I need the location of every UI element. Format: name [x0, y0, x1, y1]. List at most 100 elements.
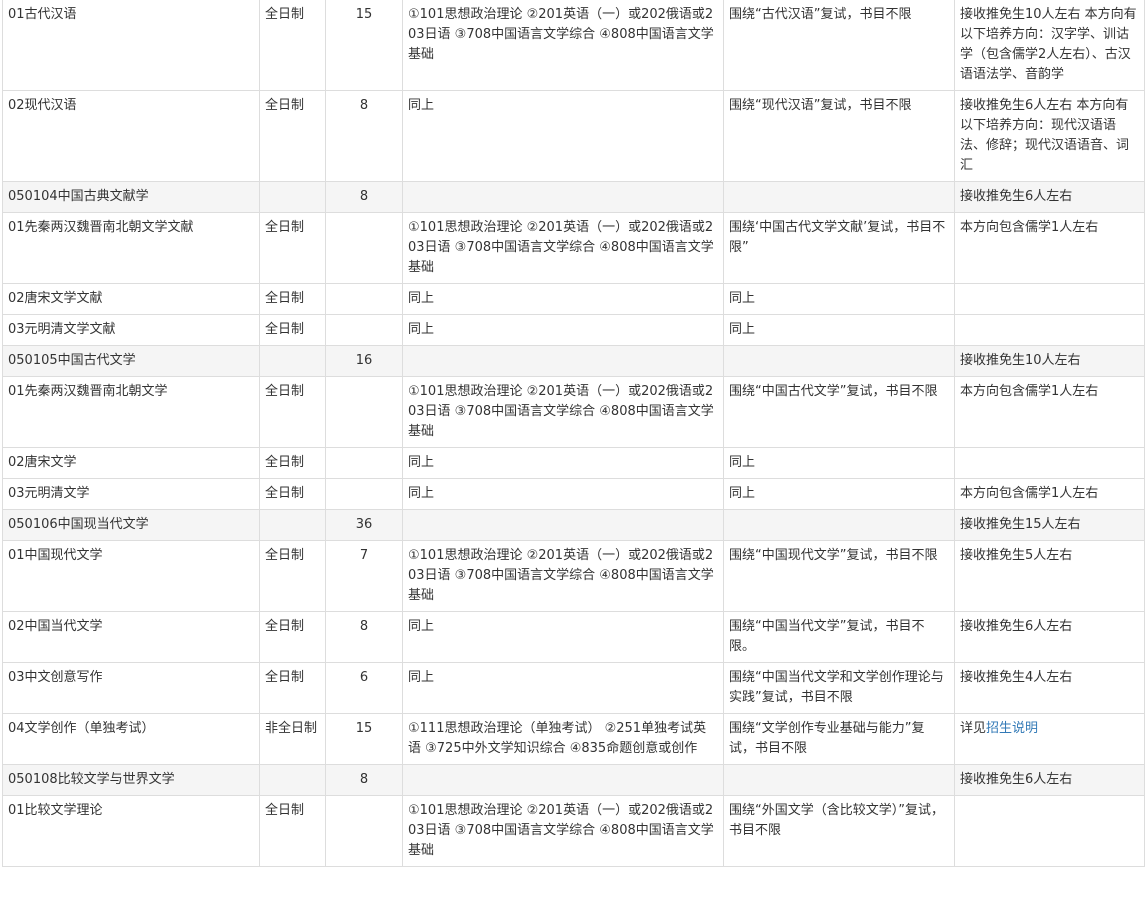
- direction-name: 02唐宋文学文献: [2, 283, 260, 315]
- exam-subjects: [402, 181, 724, 213]
- retest-scope: 围绕“外国文学（含比较文学）”复试，书目不限: [723, 795, 955, 867]
- direction-name: 01先秦两汉魏晋南北朝文学文献: [2, 212, 260, 284]
- enrollment-quota: [325, 283, 403, 315]
- study-mode: 全日制: [259, 283, 326, 315]
- study-mode: [259, 764, 326, 796]
- enrollment-quota: [325, 376, 403, 448]
- remarks: 接收推免生6人左右: [954, 181, 1145, 213]
- retest-scope: [723, 345, 955, 377]
- enrollment-quota: 6: [325, 662, 403, 714]
- retest-scope: 围绕“现代汉语”复试，书目不限: [723, 90, 955, 182]
- direction-name: 01比较文学理论: [2, 795, 260, 867]
- exam-subjects: 同上: [402, 478, 724, 510]
- remarks: [954, 283, 1145, 315]
- study-mode: 全日制: [259, 90, 326, 182]
- table-row: 01先秦两汉魏晋南北朝文学 全日制 ①101思想政治理论 ②201英语（一）或2…: [2, 376, 1145, 448]
- major-row: 050108比较文学与世界文学 8 接收推免生6人左右: [2, 764, 1145, 796]
- enrollment-quota: [325, 447, 403, 479]
- remarks: [954, 447, 1145, 479]
- retest-scope: 围绕‘中国古代文学文献’复试，书目不限”: [723, 212, 955, 284]
- exam-subjects: 同上: [402, 662, 724, 714]
- retest-scope: 围绕“中国当代文学”复试，书目不限。: [723, 611, 955, 663]
- exam-subjects: 同上: [402, 90, 724, 182]
- major-name: 050106中国现当代文学: [2, 509, 260, 541]
- table-row: 03元明清文学文献 全日制 同上 同上: [2, 314, 1145, 346]
- table-row: 01先秦两汉魏晋南北朝文学文献 全日制 ①101思想政治理论 ②201英语（一）…: [2, 212, 1145, 284]
- direction-name: 01古代汉语: [2, 0, 260, 91]
- retest-scope: [723, 181, 955, 213]
- enrollment-quota: 8: [325, 181, 403, 213]
- remarks: 接收推免生5人左右: [954, 540, 1145, 612]
- enrollment-quota: 8: [325, 764, 403, 796]
- enrollment-quota: 8: [325, 611, 403, 663]
- remarks: 接收推免生6人左右: [954, 764, 1145, 796]
- direction-name: 04文学创作（单独考试）: [2, 713, 260, 765]
- table-row: 04文学创作（单独考试） 非全日制 15 ①111思想政治理论（单独考试） ②2…: [2, 713, 1145, 765]
- major-name: 050105中国古代文学: [2, 345, 260, 377]
- remarks: 本方向包含儒学1人左右: [954, 376, 1145, 448]
- study-mode: 全日制: [259, 795, 326, 867]
- exam-subjects: ①101思想政治理论 ②201英语（一）或202俄语或203日语 ③708中国语…: [402, 0, 724, 91]
- study-mode: 全日制: [259, 662, 326, 714]
- remarks: 本方向包含儒学1人左右: [954, 212, 1145, 284]
- major-name: 050104中国古典文献学: [2, 181, 260, 213]
- exam-subjects: 同上: [402, 283, 724, 315]
- remarks: 接收推免生10人左右 本方向有以下培养方向：汉字学、训诂学（包含儒学2人左右）、…: [954, 0, 1145, 91]
- retest-scope: 围绕“古代汉语”复试，书目不限: [723, 0, 955, 91]
- remarks: 接收推免生6人左右: [954, 611, 1145, 663]
- retest-scope: [723, 509, 955, 541]
- major-row: 050105中国古代文学 16 接收推免生10人左右: [2, 345, 1145, 377]
- exam-subjects: ①101思想政治理论 ②201英语（一）或202俄语或203日语 ③708中国语…: [402, 795, 724, 867]
- retest-scope: 同上: [723, 283, 955, 315]
- enrollment-quota: 16: [325, 345, 403, 377]
- study-mode: 全日制: [259, 376, 326, 448]
- admissions-table: 01古代汉语 全日制 15 ①101思想政治理论 ②201英语（一）或202俄语…: [2, 0, 1145, 867]
- exam-subjects: ①111思想政治理论（单独考试） ②251单独考试英语 ③725中外文学知识综合…: [402, 713, 724, 765]
- remarks-prefix: 详见: [960, 721, 987, 736]
- study-mode: 非全日制: [259, 713, 326, 765]
- exam-subjects: 同上: [402, 447, 724, 479]
- study-mode: 全日制: [259, 540, 326, 612]
- study-mode: [259, 345, 326, 377]
- study-mode: 全日制: [259, 447, 326, 479]
- table-row: 03中文创意写作 全日制 6 同上 围绕“中国当代文学和文学创作理论与实践”复试…: [2, 662, 1145, 714]
- direction-name: 02现代汉语: [2, 90, 260, 182]
- retest-scope: 围绕“中国古代文学”复试，书目不限: [723, 376, 955, 448]
- enrollment-quota: 7: [325, 540, 403, 612]
- enrollment-quota: [325, 314, 403, 346]
- study-mode: 全日制: [259, 212, 326, 284]
- study-mode: [259, 181, 326, 213]
- remarks: 详见招生说明: [954, 713, 1145, 765]
- major-name: 050108比较文学与世界文学: [2, 764, 260, 796]
- direction-name: 03元明清文学: [2, 478, 260, 510]
- study-mode: 全日制: [259, 478, 326, 510]
- exam-subjects: ①101思想政治理论 ②201英语（一）或202俄语或203日语 ③708中国语…: [402, 540, 724, 612]
- remarks: 接收推免生15人左右: [954, 509, 1145, 541]
- table-row: 01中国现代文学 全日制 7 ①101思想政治理论 ②201英语（一）或202俄…: [2, 540, 1145, 612]
- exam-subjects: [402, 509, 724, 541]
- study-mode: 全日制: [259, 611, 326, 663]
- exam-subjects: [402, 764, 724, 796]
- retest-scope: 围绕“中国现代文学”复试，书目不限: [723, 540, 955, 612]
- direction-name: 02唐宋文学: [2, 447, 260, 479]
- exam-subjects: 同上: [402, 611, 724, 663]
- study-mode: [259, 509, 326, 541]
- enrollment-quota: 36: [325, 509, 403, 541]
- major-row: 050106中国现当代文学 36 接收推免生15人左右: [2, 509, 1145, 541]
- exam-subjects: [402, 345, 724, 377]
- remarks: 接收推免生4人左右: [954, 662, 1145, 714]
- table-row: 01比较文学理论 全日制 ①101思想政治理论 ②201英语（一）或202俄语或…: [2, 795, 1145, 867]
- remarks: [954, 314, 1145, 346]
- direction-name: 02中国当代文学: [2, 611, 260, 663]
- table-row: 02中国当代文学 全日制 8 同上 围绕“中国当代文学”复试，书目不限。 接收推…: [2, 611, 1145, 663]
- retest-scope: 同上: [723, 314, 955, 346]
- retest-scope: 围绕“中国当代文学和文学创作理论与实践”复试，书目不限: [723, 662, 955, 714]
- direction-name: 03元明清文学文献: [2, 314, 260, 346]
- direction-name: 03中文创意写作: [2, 662, 260, 714]
- retest-scope: 同上: [723, 447, 955, 479]
- admission-guide-link[interactable]: 招生说明: [986, 721, 1038, 736]
- retest-scope: [723, 764, 955, 796]
- exam-subjects: ①101思想政治理论 ②201英语（一）或202俄语或203日语 ③708中国语…: [402, 212, 724, 284]
- table-row: 03元明清文学 全日制 同上 同上 本方向包含儒学1人左右: [2, 478, 1145, 510]
- direction-name: 01先秦两汉魏晋南北朝文学: [2, 376, 260, 448]
